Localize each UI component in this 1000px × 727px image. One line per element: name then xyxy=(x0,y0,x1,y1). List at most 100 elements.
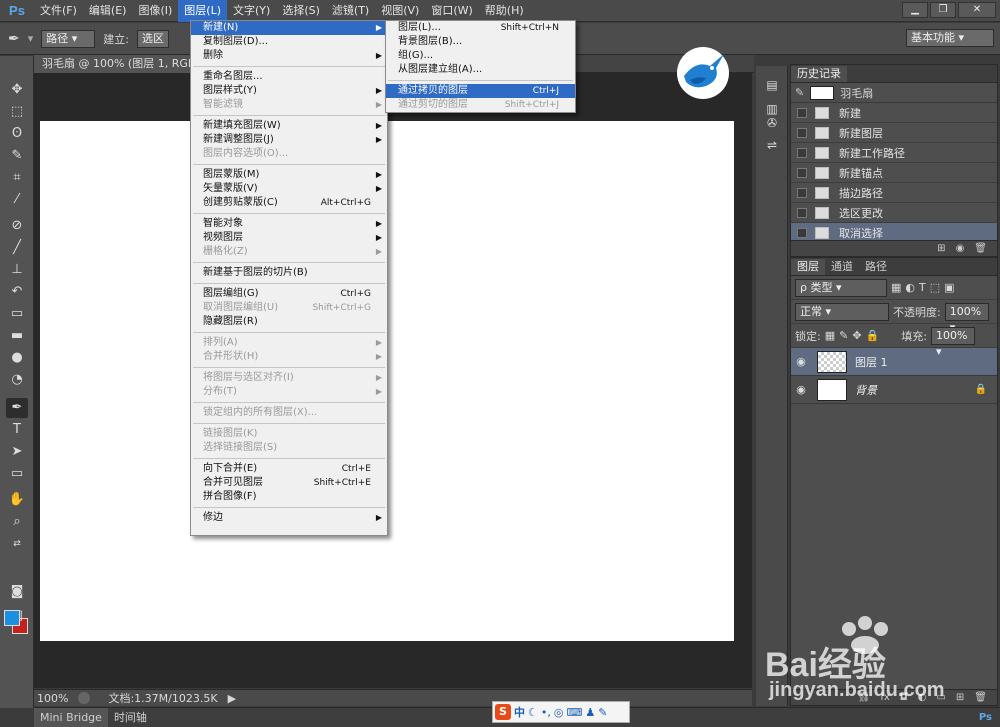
menu-item-5[interactable]: 选择(S) xyxy=(276,0,326,22)
layer-menu-item[interactable]: 将图层与选区对齐(I) ▶ xyxy=(191,371,387,385)
pen-mode-select[interactable]: 路径 ▾ xyxy=(41,29,96,48)
gradient-tool-icon[interactable]: ▬ xyxy=(6,326,28,346)
layer-menu-item[interactable]: 锁定组内的所有图层(X)... xyxy=(191,406,387,420)
restore-button[interactable]: ❐ xyxy=(930,2,956,18)
history-state[interactable]: 新建 xyxy=(791,103,997,123)
layer-menu-item[interactable]: 拼合图像(F) xyxy=(191,490,387,504)
layer-menu-item[interactable]: 智能滤镜 ▶ xyxy=(191,98,387,112)
new-submenu-item[interactable]: 通过拷贝的图层 Ctrl+J xyxy=(386,84,575,98)
ime-mode[interactable]: 中 xyxy=(514,704,525,720)
filter-type-icon[interactable]: T xyxy=(919,281,926,294)
status-arrow-icon[interactable]: ▶ xyxy=(228,692,236,705)
layer-menu-item[interactable]: 栅格化(Z) ▶ xyxy=(191,245,387,259)
quick-select-tool-icon[interactable]: ✎ xyxy=(6,146,28,166)
quick-mask-icon[interactable]: ◙ xyxy=(6,582,28,602)
history-state[interactable]: 描边路径 xyxy=(791,183,997,203)
history-state[interactable]: 新建图层 xyxy=(791,123,997,143)
tab-history[interactable]: 历史记录 xyxy=(791,66,847,82)
history-brush-tool-icon[interactable]: ↶ xyxy=(6,282,28,302)
workspace-select[interactable]: 基本功能 ▾ xyxy=(906,29,994,47)
punctuation-icon[interactable]: •, xyxy=(541,706,551,719)
crop-tool-icon[interactable]: ⌗ xyxy=(6,168,28,188)
skin-icon[interactable]: ♟ xyxy=(585,706,595,719)
layer-menu-item[interactable]: 创建剪贴蒙版(C) Alt+Ctrl+G xyxy=(191,196,387,210)
filter-pixel-icon[interactable]: ▦ xyxy=(891,281,901,294)
history-source-checkbox[interactable] xyxy=(797,147,807,158)
fill-field[interactable]: 100% ▾ xyxy=(930,326,975,358)
selection-button[interactable]: 选区 xyxy=(136,29,169,48)
layer-menu-item[interactable]: 合并形状(H) ▶ xyxy=(191,350,387,364)
marquee-tool-icon[interactable]: ⬚ xyxy=(6,102,28,122)
layer-menu-item[interactable]: 图层内容选项(O)... xyxy=(191,147,387,161)
adjustments-icon[interactable]: ⇌ xyxy=(764,138,780,154)
lock-pixels-icon[interactable]: ✎ xyxy=(839,329,848,342)
new-submenu-item[interactable]: 图层(L)... Shift+Ctrl+N xyxy=(386,21,575,35)
clone-stamp-tool-icon[interactable]: ⊥ xyxy=(6,260,28,280)
layer-menu-item[interactable]: 重命名图层... xyxy=(191,70,387,84)
eyedropper-tool-icon[interactable]: ⁄ xyxy=(6,190,28,210)
filter-adjustment-icon[interactable]: ◐ xyxy=(905,281,915,294)
default-colors-icon[interactable]: ⇄ xyxy=(6,534,28,554)
layer-menu-item[interactable]: 删除 ▶ xyxy=(191,49,387,63)
history-source-checkbox[interactable] xyxy=(797,187,807,198)
menu-item-4[interactable]: 文字(Y) xyxy=(227,0,276,22)
document-tab[interactable]: 羽毛扇 @ 100% (图层 1, RGB xyxy=(34,55,194,73)
tab-mini-bridge[interactable]: Mini Bridge xyxy=(34,707,108,727)
dodge-tool-icon[interactable]: ◔ xyxy=(6,370,28,390)
layer-menu-item[interactable]: 图层蒙版(M) ▶ xyxy=(191,168,387,182)
hand-tool-icon[interactable]: ✋ xyxy=(6,490,28,510)
foreground-color-swatch[interactable] xyxy=(4,610,20,626)
tab-layers[interactable]: 图层 xyxy=(791,259,825,275)
brush-tool-icon[interactable]: ╱ xyxy=(6,238,28,258)
lasso-tool-icon[interactable]: ʘ xyxy=(6,124,28,144)
layer-menu-item[interactable]: 修边 ▶ xyxy=(191,511,387,525)
filter-smart-object-icon[interactable]: ▣ xyxy=(944,281,954,294)
layer-menu-item[interactable]: 取消图层编组(U) Shift+Ctrl+G xyxy=(191,301,387,315)
history-snapshot[interactable]: ✎ 羽毛扇 xyxy=(791,83,997,103)
menu-item-1[interactable]: 编辑(E) xyxy=(83,0,133,22)
eraser-tool-icon[interactable]: ▭ xyxy=(6,304,28,324)
new-submenu-item[interactable]: 通过剪切的图层 Shift+Ctrl+J xyxy=(386,98,575,112)
type-tool-icon[interactable]: T xyxy=(6,420,28,440)
history-source-checkbox[interactable] xyxy=(797,167,807,178)
menu-item-0[interactable]: 文件(F) xyxy=(34,0,83,22)
zoom-tool-icon[interactable]: ⌕ xyxy=(6,512,28,532)
pen-tool-icon-active[interactable]: ✒ xyxy=(6,398,28,418)
visibility-eye-icon[interactable]: ◉ xyxy=(791,383,811,396)
menu-item-6[interactable]: 滤镜(T) xyxy=(326,0,375,22)
layer-menu-item[interactable]: 合并可见图层 Shift+Ctrl+E xyxy=(191,476,387,490)
layer-row[interactable]: ◉ 图层 1 xyxy=(791,348,997,376)
voice-icon[interactable]: ◎ xyxy=(554,706,564,719)
layer-name[interactable]: 背景 xyxy=(855,382,877,398)
layer-menu-item[interactable]: 链接图层(K) xyxy=(191,427,387,441)
zoom-level[interactable]: 100% xyxy=(37,692,68,705)
move-tool-icon[interactable]: ✥ xyxy=(6,80,28,100)
menu-item-8[interactable]: 窗口(W) xyxy=(425,0,478,22)
path-selection-tool-icon[interactable]: ➤ xyxy=(6,442,28,462)
pen-tool-icon[interactable]: ✒ xyxy=(8,31,20,47)
tool-preset-arrow-icon[interactable]: ▾ xyxy=(28,32,34,45)
layer-menu-item[interactable]: 智能对象 ▶ xyxy=(191,217,387,231)
layer-name[interactable]: 图层 1 xyxy=(855,354,888,370)
layer-menu-item[interactable]: 排列(A) ▶ xyxy=(191,336,387,350)
history-source-checkbox[interactable] xyxy=(797,227,807,238)
tools-wrench-icon[interactable]: ✎ xyxy=(598,706,607,719)
visibility-eye-icon[interactable]: ◉ xyxy=(791,355,811,368)
blur-tool-icon[interactable]: ● xyxy=(6,348,28,368)
filter-shape-icon[interactable]: ⬚ xyxy=(930,281,940,294)
menu-item-9[interactable]: 帮助(H) xyxy=(479,0,530,22)
layer-row[interactable]: ◉ 背景 🔒 xyxy=(791,376,997,404)
new-document-from-state-icon[interactable]: ⊞ xyxy=(937,241,945,256)
menu-item-7[interactable]: 视图(V) xyxy=(375,0,425,22)
layer-menu-item[interactable]: 复制图层(D)... xyxy=(191,35,387,49)
layer-menu-item[interactable]: 图层样式(Y) ▶ xyxy=(191,84,387,98)
new-submenu-item[interactable]: 从图层建立组(A)... xyxy=(386,63,575,77)
layer-menu-item[interactable]: 新建填充图层(W) ▶ xyxy=(191,119,387,133)
layer-menu-item[interactable]: 视频图层 ▶ xyxy=(191,231,387,245)
opacity-field[interactable]: 100% ▾ xyxy=(944,302,989,334)
history-panel-icon[interactable]: ▤ xyxy=(764,78,780,94)
layer-menu-item[interactable]: 分布(T) ▶ xyxy=(191,385,387,399)
layer-menu-item[interactable]: 新建基于图层的切片(B) xyxy=(191,266,387,280)
history-source-checkbox[interactable] xyxy=(797,107,807,118)
sogou-ime-icon[interactable]: S xyxy=(495,704,511,720)
